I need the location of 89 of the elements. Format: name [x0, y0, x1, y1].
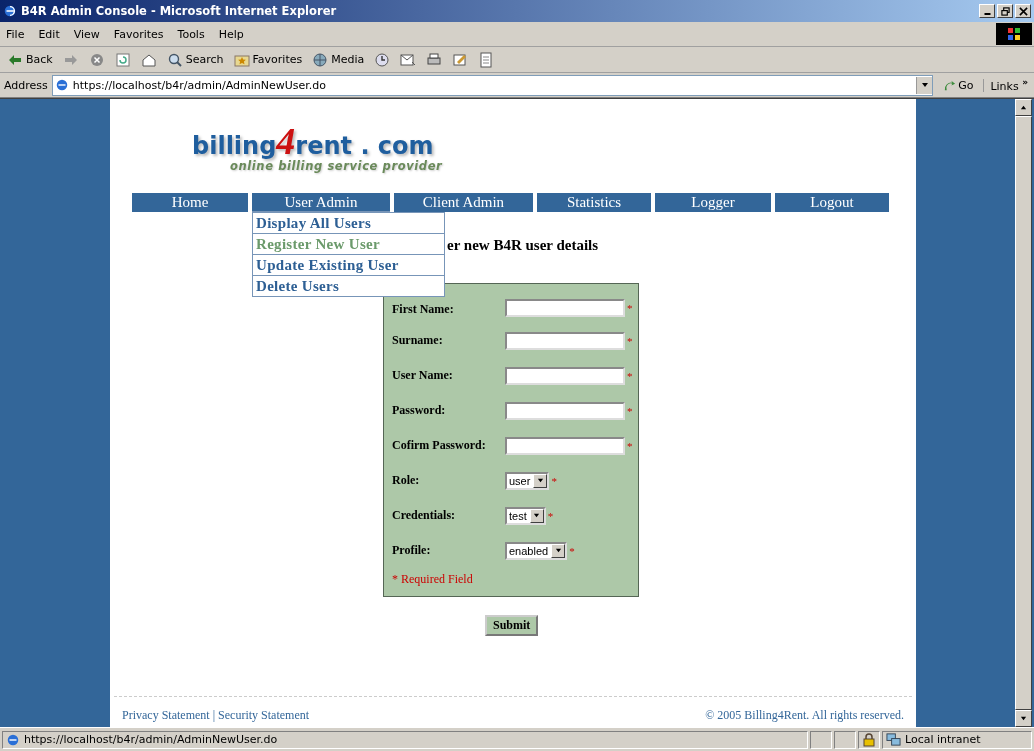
footer-link[interactable]: Security Statement	[218, 708, 310, 723]
password-field[interactable]	[505, 436, 625, 455]
intranet-icon	[886, 732, 901, 747]
globe-icon	[312, 51, 329, 68]
nav-tab[interactable]: User Admin	[252, 193, 390, 212]
menu-item[interactable]: Favorites	[113, 27, 164, 41]
password-field[interactable]	[505, 401, 625, 420]
address-field[interactable]: https://localhost/b4r/admin/AdminNewUser.do	[51, 74, 934, 96]
restore-button[interactable]	[997, 4, 1013, 18]
field-label: Profile:	[392, 543, 432, 558]
submit-button[interactable]: Submit	[485, 615, 539, 636]
nav-tab[interactable]: Client Admin	[394, 193, 533, 212]
text-field[interactable]	[505, 331, 625, 350]
status-url: https://localhost/b4r/admin/AdminNewUser.do	[24, 733, 278, 746]
select-field[interactable]: enabled	[505, 541, 568, 560]
field-label: Surname:	[392, 333, 444, 348]
required-mark: *	[627, 369, 633, 382]
address-label: Address	[4, 78, 48, 92]
minimize-icon	[983, 13, 991, 15]
toolbar-button[interactable]: Search	[163, 50, 227, 69]
nav-tab[interactable]: Logout	[775, 193, 889, 212]
form-heading: er new B4R user details	[447, 237, 600, 254]
nav-tab[interactable]: Statistics	[537, 193, 651, 212]
minimize-button[interactable]	[979, 4, 995, 18]
field-label: User Name:	[392, 368, 454, 383]
caret-icon	[536, 477, 544, 484]
field-label: Role:	[392, 473, 421, 488]
up-arrow-icon	[1020, 104, 1027, 111]
required-mark: *	[627, 404, 633, 417]
edit-icon	[452, 51, 469, 68]
refresh-icon	[114, 51, 131, 68]
nav-tab[interactable]: Logger	[655, 193, 771, 212]
toolbar-button[interactable]: Media	[309, 50, 368, 69]
status-panel	[834, 730, 856, 749]
close-icon	[1018, 6, 1028, 16]
required-mark: *	[569, 544, 575, 557]
caret-icon	[920, 81, 929, 89]
go-button[interactable]: Go	[937, 78, 985, 92]
field-label: First Name:	[392, 302, 455, 317]
clock-icon	[374, 51, 391, 68]
select-field[interactable]: test	[505, 506, 546, 525]
toolbar-button[interactable]: Back	[4, 50, 56, 69]
links-button[interactable]: Links $^{»}$	[988, 77, 1030, 93]
link-separator: |	[212, 708, 216, 723]
menu-item[interactable]: Edit	[38, 27, 60, 41]
menu-item[interactable]: View	[73, 27, 100, 41]
text-field[interactable]	[505, 366, 625, 385]
lock-icon	[863, 732, 875, 747]
copyright-text: © 2005 Billing4Rent. All rights reserved.	[705, 708, 904, 723]
menu-item[interactable]: File	[6, 27, 25, 41]
down-arrow-icon	[1020, 715, 1027, 722]
caret-icon	[554, 547, 562, 554]
close-button[interactable]	[1015, 4, 1031, 18]
text-field[interactable]	[505, 299, 625, 317]
windows-logo-icon	[996, 23, 1032, 45]
required-note: * Required Field	[392, 572, 474, 588]
caret-icon	[533, 512, 541, 519]
printer-icon	[426, 51, 443, 68]
dropdown-item[interactable]: Delete Users	[253, 276, 444, 296]
required-mark: *	[627, 302, 633, 314]
required-mark: *	[627, 334, 633, 347]
browser-icon	[3, 4, 17, 18]
field-label: Credentials:	[392, 508, 457, 523]
select-field[interactable]: user	[505, 471, 550, 490]
field-label: Cofirm Password:	[392, 438, 487, 453]
stop-icon	[88, 51, 105, 68]
search-icon	[166, 51, 183, 68]
document-icon	[478, 51, 495, 68]
status-panel	[810, 730, 832, 749]
required-mark: *	[627, 439, 633, 452]
required-mark: *	[547, 509, 554, 522]
page-icon	[54, 78, 69, 92]
site-logo: billing4rent . com online billing service provider	[192, 131, 444, 173]
dropdown-item[interactable]: Display All Users	[253, 213, 444, 234]
dropdown-item[interactable]: Update Existing User	[253, 255, 444, 276]
dropdown-button[interactable]	[916, 76, 933, 94]
required-mark: *	[551, 474, 557, 487]
window-title: B4R Admin Console - Microsoft Internet Explorer	[21, 4, 338, 18]
toolbar-button[interactable]: Favorites	[230, 50, 306, 69]
footer-link[interactable]: Privacy Statement	[122, 708, 210, 723]
nav-tab[interactable]: Home	[132, 193, 248, 212]
zone-label: Local intranet	[905, 733, 981, 746]
mail-icon	[400, 51, 417, 68]
menu-item[interactable]: Tools	[177, 27, 205, 41]
restore-icon	[1000, 6, 1010, 16]
menu-item[interactable]: Help	[218, 27, 244, 41]
scrollbar[interactable]	[1015, 99, 1032, 727]
field-label: Password:	[392, 403, 447, 418]
page-icon	[6, 732, 20, 747]
